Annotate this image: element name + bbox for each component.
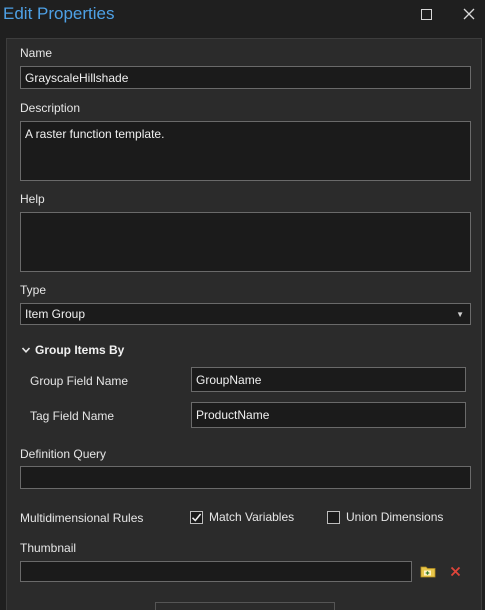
group-items-by-title: Group Items By	[35, 343, 125, 357]
folder-add-icon	[420, 566, 436, 578]
name-label: Name	[20, 46, 53, 60]
browse-thumbnail-button[interactable]	[418, 561, 438, 581]
close-icon	[463, 8, 475, 20]
close-icon	[450, 566, 460, 576]
thumbnail-label: Thumbnail	[20, 541, 77, 555]
maximize-button[interactable]	[411, 0, 441, 28]
multidimensional-rules-label: Multidimensional Rules	[20, 511, 144, 525]
help-textarea[interactable]	[20, 212, 471, 272]
dialog-action-button[interactable]	[155, 602, 335, 610]
union-dimensions-option[interactable]: Union Dimensions	[327, 510, 443, 524]
edit-properties-window: Edit Properties Name GrayscaleHillshade …	[0, 0, 485, 610]
match-variables-checkbox[interactable]	[190, 510, 203, 524]
tag-field-name-value: ProductName	[196, 408, 270, 422]
union-dimensions-label: Union Dimensions	[346, 510, 444, 524]
window-title: Edit Properties	[3, 4, 115, 23]
union-dimensions-checkbox[interactable]	[327, 510, 340, 524]
help-label: Help	[20, 192, 45, 206]
name-input[interactable]: GrayscaleHillshade	[20, 66, 471, 89]
type-select[interactable]: Item Group ▼	[20, 303, 471, 325]
tag-field-name-label: Tag Field Name	[30, 409, 115, 423]
description-textarea-value: A raster function template.	[25, 127, 165, 141]
name-input-value: GrayscaleHillshade	[25, 70, 129, 85]
thumbnail-input[interactable]	[20, 561, 412, 582]
clear-thumbnail-button[interactable]	[445, 561, 465, 581]
match-variables-label: Match Variables	[209, 510, 295, 524]
group-field-name-label: Group Field Name	[30, 374, 129, 388]
definition-query-input[interactable]	[20, 466, 471, 489]
group-field-name-input[interactable]: GroupName	[191, 367, 466, 392]
chevron-down-icon: ▼	[456, 309, 464, 319]
tag-field-name-input[interactable]: ProductName	[191, 402, 466, 428]
group-field-name-value: GroupName	[196, 372, 262, 387]
chevron-down-icon	[21, 347, 31, 353]
type-label: Type	[20, 283, 47, 297]
description-label: Description	[20, 101, 81, 115]
checkmark-icon	[191, 513, 202, 522]
properties-panel: Name GrayscaleHillshade Description A ra…	[6, 38, 482, 610]
title-bar: Edit Properties	[0, 0, 485, 28]
description-textarea[interactable]: A raster function template.	[20, 121, 471, 181]
type-select-value: Item Group	[25, 307, 86, 321]
maximize-icon	[420, 8, 432, 20]
definition-query-label: Definition Query	[20, 447, 107, 461]
match-variables-option[interactable]: Match Variables	[190, 510, 294, 524]
group-items-by-header[interactable]: Group Items By	[21, 343, 124, 357]
close-button[interactable]	[454, 0, 484, 28]
